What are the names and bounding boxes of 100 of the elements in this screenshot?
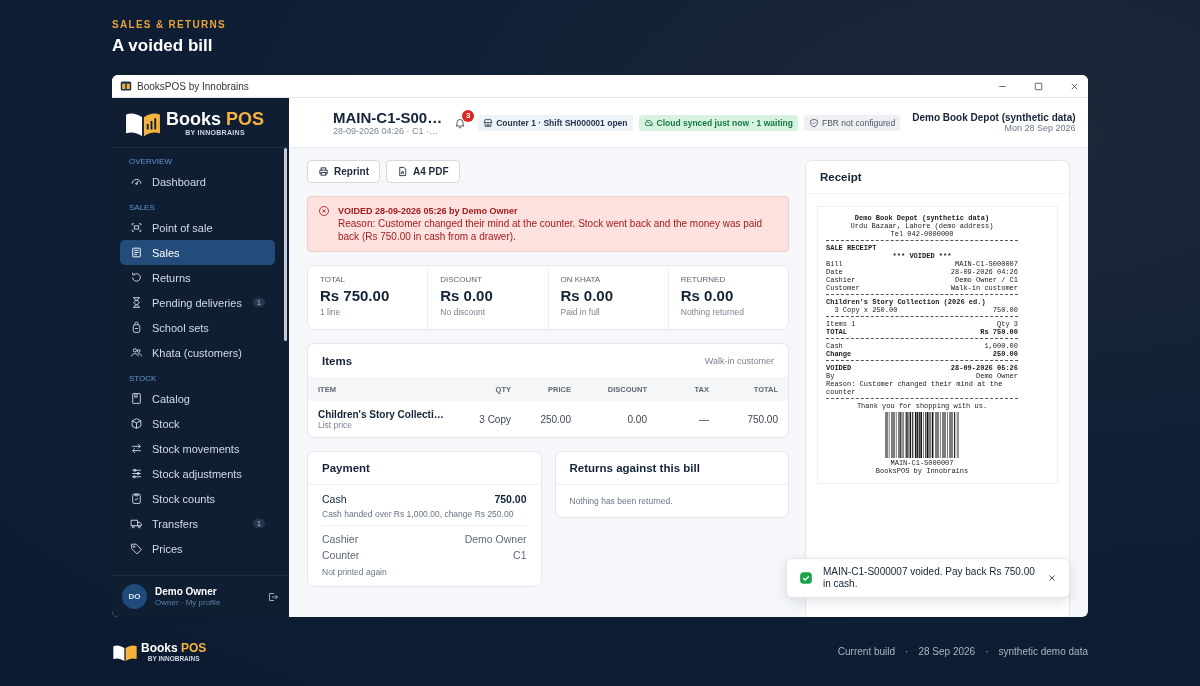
- item-label: Sales: [152, 246, 181, 259]
- stat-label: ON KHATA: [560, 275, 602, 284]
- store-date: Mon 28 Sep 2026: [1004, 123, 1076, 133]
- arrows-icon: [130, 442, 143, 455]
- item-label: Point of sale: [152, 221, 214, 234]
- section-label: SALES: [129, 202, 156, 214]
- pdf-button[interactable]: A4 PDF: [386, 160, 460, 183]
- reprint-button[interactable]: Reprint: [307, 160, 380, 183]
- item-label: School sets: [152, 321, 210, 334]
- alert-title: VOIDED 28-09-2026 05:26 by Demo Owner: [338, 205, 519, 217]
- card-title: Items: [322, 354, 353, 367]
- user-name: Demo Owner: [155, 586, 218, 597]
- people-icon: [130, 346, 143, 359]
- sidebar-item[interactable]: Stock counts: [120, 486, 275, 511]
- item-label: Pending deliveries: [152, 296, 243, 309]
- chip-label: FBR not configured: [822, 117, 896, 128]
- customer-label: Walk-in customer: [704, 355, 774, 366]
- page-eyebrow: SALES & RETURNS: [112, 19, 227, 31]
- card-title: Payment: [322, 462, 370, 474]
- rotate-icon: [130, 271, 143, 284]
- stat-value: Rs 0.00: [560, 287, 615, 304]
- alert-text: Reason: Customer changed their mind at the counter. Stock went back and the money was paid back (Rs 750.00 in cash from a drawer).: [338, 217, 764, 243]
- sidebar-item[interactable]: Sales: [120, 240, 275, 265]
- scan-icon: [130, 221, 143, 234]
- truck-icon: [130, 517, 143, 530]
- close-icon[interactable]: [1047, 573, 1057, 583]
- empty-message: Nothing has been returned.: [568, 495, 674, 508]
- sidebar-item[interactable]: Stock: [120, 411, 275, 436]
- printer-icon: [318, 166, 329, 177]
- store-icon: [483, 117, 494, 128]
- logout-icon[interactable]: [267, 590, 279, 603]
- item-name: Children's Story Collecti…: [318, 408, 445, 420]
- brand-name: Books POS: [166, 109, 265, 129]
- sidebar-item[interactable]: Point of sale: [120, 215, 275, 240]
- item-label: Catalog: [152, 392, 191, 405]
- user-avatar: DO: [122, 584, 147, 609]
- maximize-icon[interactable]: [1033, 80, 1044, 92]
- stat-note: Nothing returned: [680, 307, 746, 317]
- sliders-icon: [130, 467, 143, 480]
- bill-title: MAIN-C1-S00…: [333, 109, 443, 126]
- table-cell-text: 250.00: [539, 413, 571, 425]
- sidebar-item[interactable]: Prices: [120, 536, 275, 561]
- stat-value: Rs 0.00: [440, 287, 494, 304]
- cloud-off-icon: [643, 117, 654, 128]
- item-label: Khata (customers): [152, 346, 243, 359]
- detail-value: C1: [513, 549, 527, 561]
- scrollbar[interactable]: [284, 148, 287, 341]
- brand-name: Books POS: [141, 641, 207, 655]
- window-title: BooksPOS by Innobrains: [137, 80, 249, 92]
- sidebar-item[interactable]: Catalog: [120, 386, 275, 411]
- stat-note: 1 line: [320, 307, 342, 317]
- sidebar-item[interactable]: Dashboard: [120, 169, 275, 194]
- chip-label: Counter 1 · Shift SH000001 open: [496, 117, 628, 128]
- card-title: Returns against this bill: [569, 462, 700, 474]
- hourglass-icon: [130, 296, 143, 309]
- bell-icon[interactable]: [454, 116, 467, 129]
- sidebar-item[interactable]: Returns: [120, 265, 275, 290]
- app-icon: [120, 80, 132, 92]
- sidebar-item[interactable]: School sets: [120, 315, 275, 340]
- item-note: List price: [318, 419, 353, 430]
- stat-label: TOTAL: [320, 275, 347, 284]
- chip-label: Cloud synced just now · 1 waiting: [656, 117, 793, 128]
- table-cell-text: 3 Copy: [478, 413, 511, 425]
- item-label: Returns: [152, 271, 192, 284]
- footer-text: synthetic demo data: [998, 646, 1088, 657]
- item-label: Prices: [152, 542, 184, 555]
- tag-icon: [130, 542, 143, 555]
- item-label: Stock counts: [152, 492, 216, 505]
- table-cell-text: 0.00: [626, 413, 647, 425]
- bill-subtitle: 28-09-2026 04:26 · C1 ·…: [333, 126, 440, 136]
- clipboard-icon: [130, 492, 143, 505]
- print-note: Not printed again: [322, 567, 388, 577]
- toast-message: MAIN-C1-S000007 voided. Pay back Rs 750.00 in cash.: [823, 566, 1036, 590]
- payment-amount: 750.00: [494, 493, 527, 505]
- book-icon: [130, 392, 143, 405]
- sidebar-item[interactable]: Khata (customers): [120, 340, 275, 365]
- item-label: Stock: [152, 417, 181, 430]
- item-label: Transfers: [152, 517, 200, 530]
- detail-label: Counter: [322, 549, 360, 561]
- section-label: STOCK: [129, 373, 158, 385]
- detail-value: Demo Owner: [464, 533, 527, 545]
- stat-value: Rs 750.00: [320, 287, 391, 304]
- sidebar-item[interactable]: Stock movements: [120, 436, 275, 461]
- item-label: Dashboard: [152, 175, 207, 188]
- card-title: Receipt: [820, 171, 862, 183]
- error-icon: [318, 205, 330, 217]
- separator-dot: ·: [985, 646, 989, 657]
- receipt-icon: [130, 246, 143, 259]
- user-role[interactable]: Owner · My profile: [155, 598, 259, 607]
- stat-value: Rs 0.00: [680, 287, 735, 304]
- payment-method: Cash: [322, 493, 347, 505]
- file-icon: [397, 166, 408, 177]
- stat-label: RETURNED: [680, 275, 727, 284]
- detail-label: Cashier: [322, 533, 359, 545]
- table-cell-text: —: [698, 413, 709, 425]
- separator-dot: ·: [905, 646, 909, 657]
- shield-icon: [809, 117, 819, 128]
- stat-note: No discount: [440, 307, 487, 317]
- stat-label: DISCOUNT: [440, 275, 484, 284]
- sidebar-item[interactable]: Stock adjustments: [120, 461, 275, 486]
